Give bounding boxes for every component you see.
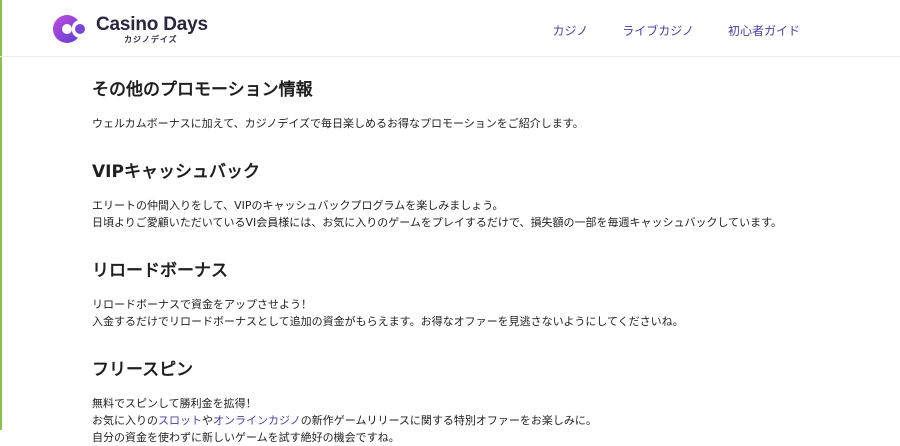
slots-link[interactable]: スロット	[158, 414, 202, 427]
section-text: 無料でスピンして勝利金を拡得！	[92, 397, 257, 410]
section-text-with-links: お気に入りのスロットやオンラインカジノの新作ゲームリリースに関する特別オファーを…	[92, 412, 852, 429]
logo-brand-name: Casino Days	[96, 13, 208, 35]
section-text: リロードボーナスで資金をアップさせよう！	[92, 298, 312, 311]
section-reload-bonus: リロードボーナス リロードボーナスで資金をアップさせよう！ 入金するだけでリロー…	[92, 256, 852, 330]
section-text: ウェルカムボーナスに加えて、カジノデイズで毎日楽しめるお得なプロモーションをご紹…	[92, 117, 584, 130]
promotions-content: その他のプロモーション情報 ウェルカムボーナスに加えて、カジノデイズで毎日楽しめ…	[92, 60, 852, 446]
online-casino-link[interactable]: オンラインカジノ	[213, 414, 301, 427]
casino-days-logo-icon	[53, 15, 88, 43]
section-free-spins: フリースピン 無料でスピンして勝利金を拡得！ お気に入りのスロットやオンラインカ…	[92, 355, 852, 446]
section-title-vip-cashback: VIPキャッシュバック	[92, 162, 260, 182]
section-title-reload-bonus: リロードボーナス	[92, 261, 228, 281]
casino-days-logo[interactable]: Casino Days カジノデイズ	[52, 14, 208, 44]
section-text: エリートの仲間入りをして、VIPのキャッシュバックプログラムを楽しみましょう。	[92, 199, 504, 212]
text-fragment: お気に入りの	[92, 414, 158, 427]
section-other-promotions: その他のプロモーション情報 ウェルカムボーナスに加えて、カジノデイズで毎日楽しめ…	[92, 75, 852, 132]
section-vip-cashback: VIPキャッシュバック エリートの仲間入りをして、VIPのキャッシュバックプログ…	[92, 157, 852, 231]
text-fragment: の新作ゲームリリースに関する特別オファーをお楽しみに。	[300, 414, 597, 427]
main-nav: カジノ ライブカジノ 初心者ガイド	[552, 22, 800, 39]
nav-link-live-casino[interactable]: ライブカジノ	[622, 22, 694, 39]
section-text: 日頃よりご愛顧いただいているVI会員様には、お気に入りのゲームをプレイするだけで…	[92, 216, 783, 229]
section-title-other-promotions: その他のプロモーション情報	[92, 80, 313, 100]
site-header: Casino Days カジノデイズ カジノ ライブカジノ 初心者ガイド	[0, 0, 900, 57]
page-left-accent	[0, 0, 2, 430]
logo-brand-sub: カジノデイズ	[124, 34, 178, 44]
nav-link-beginners-guide[interactable]: 初心者ガイド	[728, 22, 800, 39]
section-title-free-spins: フリースピン	[92, 360, 194, 380]
nav-link-casino[interactable]: カジノ	[552, 22, 588, 39]
text-fragment: や	[202, 414, 213, 427]
section-text: 入金するだけでリロードボーナスとして追加の資金がもらえます。お得なオファーを見逃…	[92, 315, 684, 328]
section-text: 自分の資金を使わずに新しいゲームを試す絶好の機会ですね。	[92, 431, 400, 444]
